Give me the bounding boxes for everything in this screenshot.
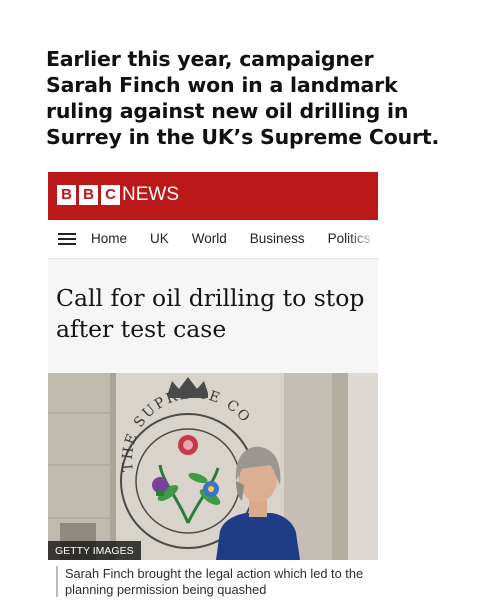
article-headline: Call for oil drilling to stop after test…	[56, 284, 365, 343]
bbc-logo-block: C	[101, 185, 120, 205]
nav-item-home[interactable]: Home	[91, 231, 127, 246]
image-credit: GETTY IMAGES	[48, 541, 141, 560]
hamburger-icon[interactable]	[58, 233, 76, 245]
news-label[interactable]: NEWS	[122, 184, 179, 206]
headline-area: Call for oil drilling to stop after test…	[48, 259, 378, 373]
image-caption: Sarah Finch brought the legal action whi…	[56, 566, 380, 597]
nav-item-world[interactable]: World	[192, 231, 227, 246]
nav-item-uk[interactable]: UK	[150, 231, 169, 246]
intro-text: Earlier this year, campaigner Sarah Finc…	[46, 47, 440, 149]
article-photo: THE SUPREME CO GETTY IMAGES	[48, 373, 378, 560]
nav-item-business[interactable]: Business	[250, 231, 305, 246]
bbc-article-screenshot: B B C NEWS Home UK World Business Politi…	[48, 172, 378, 600]
nav-bar: Home UK World Business Politics	[48, 220, 378, 259]
bbc-logo-block: B	[79, 185, 98, 205]
bbc-logo-block: B	[57, 185, 76, 205]
bbc-header: B B C NEWS	[48, 172, 378, 220]
nav-fade	[348, 220, 378, 258]
supreme-court-photo-illustration: THE SUPREME CO	[48, 373, 378, 560]
bbc-logo[interactable]: B B C	[57, 185, 120, 205]
